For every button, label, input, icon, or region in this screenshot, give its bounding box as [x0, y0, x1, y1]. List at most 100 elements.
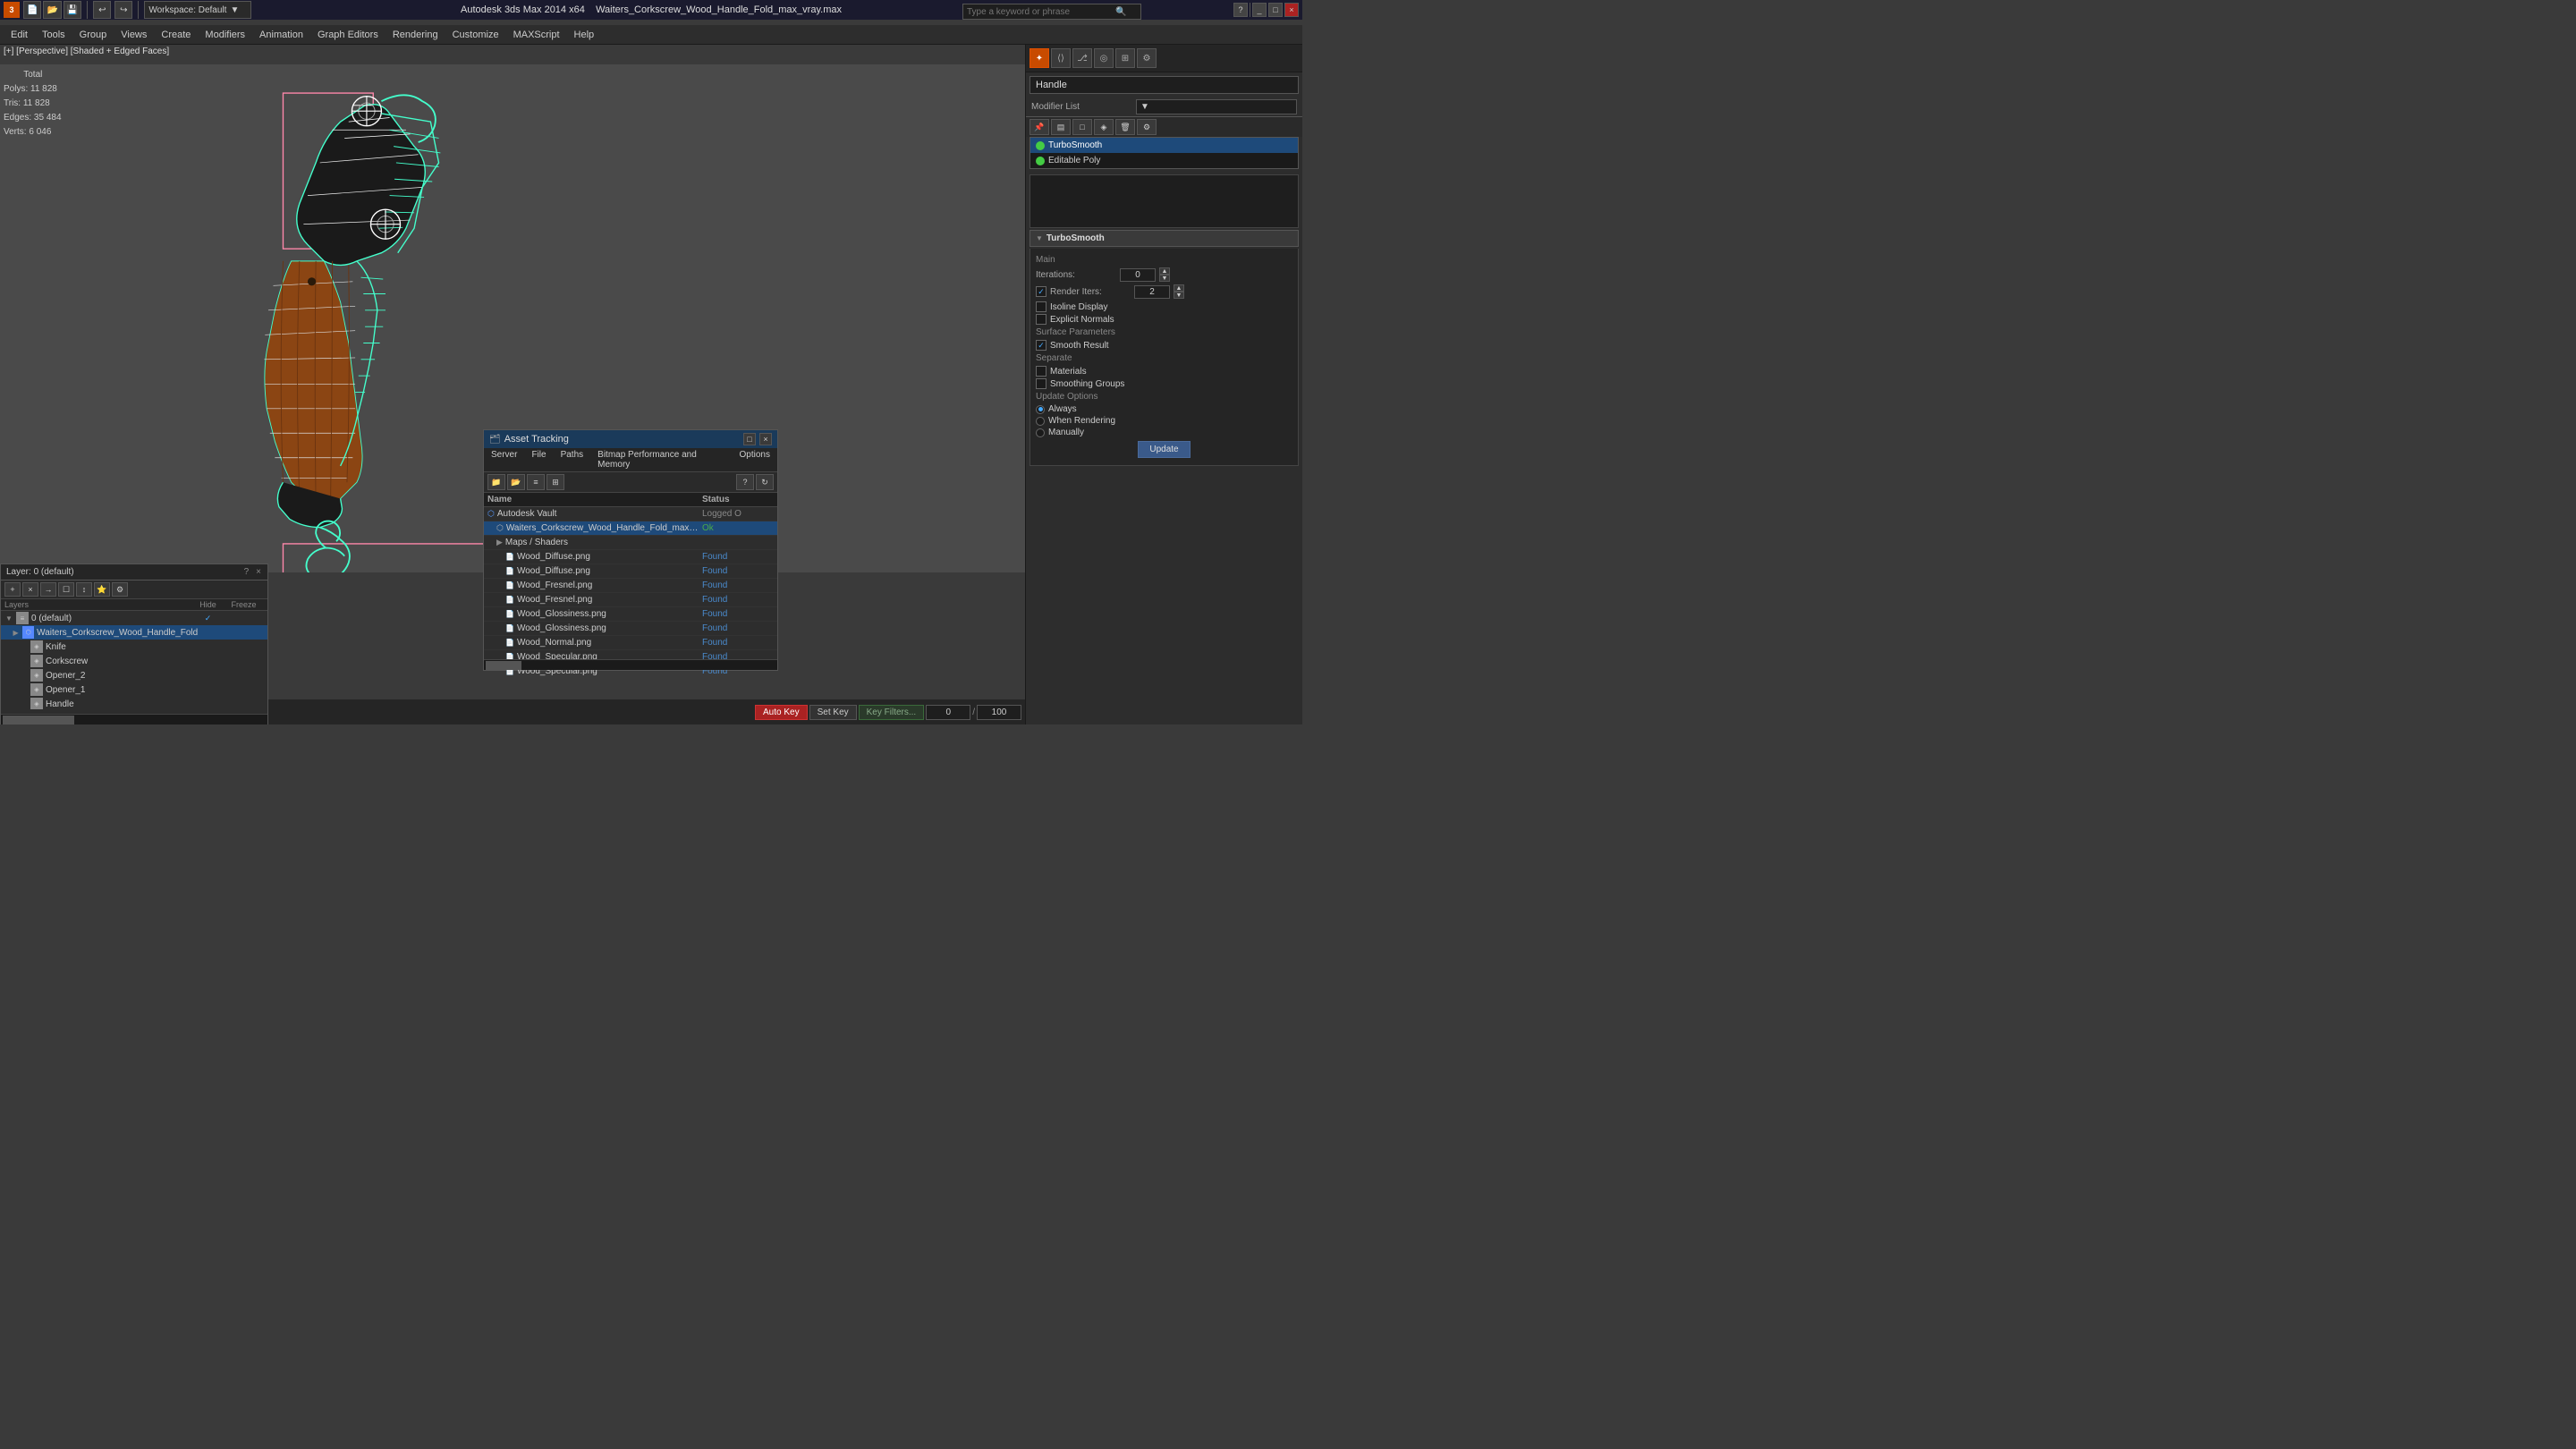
smoothing-groups-checkbox[interactable]: [1036, 378, 1046, 389]
modifier-item-editable-poly[interactable]: Editable Poly: [1030, 153, 1298, 168]
layer-highlight-btn[interactable]: ⭐: [94, 582, 110, 597]
update-button[interactable]: Update: [1138, 441, 1190, 458]
menu-views[interactable]: Views: [114, 25, 154, 45]
layer-select-btn[interactable]: ☐: [58, 582, 74, 597]
close-btn[interactable]: ×: [1284, 3, 1299, 17]
at-row-wood-fresnel2[interactable]: 📄 Wood_Fresnel.png Found: [484, 593, 777, 607]
key-filters-btn[interactable]: Key Filters...: [859, 705, 925, 720]
menu-help[interactable]: Help: [567, 25, 602, 45]
tab-create[interactable]: ✦: [1030, 48, 1049, 68]
maximize-btn[interactable]: □: [1268, 3, 1283, 17]
at-refresh-btn[interactable]: ↻: [756, 474, 774, 490]
at-row-wood-glossiness1[interactable]: 📄 Wood_Glossiness.png Found: [484, 607, 777, 622]
layer-row-opener2[interactable]: ◈ Opener_2: [1, 668, 267, 682]
menu-tools[interactable]: Tools: [35, 25, 72, 45]
at-btn-3[interactable]: ≡: [527, 474, 545, 490]
menu-graph-editors[interactable]: Graph Editors: [310, 25, 386, 45]
at-row-wood-fresnel1[interactable]: 📄 Wood_Fresnel.png Found: [484, 579, 777, 593]
at-row-main-file[interactable]: ⬡ Waiters_Corkscrew_Wood_Handle_Fold_max…: [484, 521, 777, 536]
at-scrollbar[interactable]: [484, 659, 777, 670]
layer-move-btn[interactable]: ↕: [76, 582, 92, 597]
tab-display[interactable]: ⊞: [1115, 48, 1135, 68]
layer-remove-btn[interactable]: ×: [22, 582, 38, 597]
menu-animation[interactable]: Animation: [252, 25, 310, 45]
layer-row-knife[interactable]: ◈ Knife: [1, 640, 267, 654]
materials-checkbox[interactable]: [1036, 366, 1046, 377]
explicit-normals-checkbox[interactable]: [1036, 314, 1046, 325]
layer-add-btn[interactable]: +: [4, 582, 21, 597]
search-input[interactable]: [963, 7, 1115, 17]
save-btn[interactable]: 💾: [64, 1, 81, 19]
layer-row-handle[interactable]: ◈ Handle: [1, 697, 267, 709]
always-radio[interactable]: [1036, 405, 1045, 414]
auto-key-btn[interactable]: Auto Key: [755, 705, 808, 720]
at-menu-bitmap[interactable]: Bitmap Performance and Memory: [590, 448, 732, 471]
layers-scrollbar[interactable]: [1, 714, 267, 724]
at-row-wood-diffuse1[interactable]: 📄 Wood_Diffuse.png Found: [484, 550, 777, 564]
new-btn[interactable]: 📄: [23, 1, 41, 19]
tab-hierarchy[interactable]: ⎇: [1072, 48, 1092, 68]
layers-scrollthumb[interactable]: [3, 716, 74, 724]
search-bar[interactable]: 🔍: [962, 4, 1141, 20]
at-btn-1[interactable]: 📁: [487, 474, 505, 490]
at-scrollthumb[interactable]: [486, 661, 521, 670]
render-iters-up[interactable]: ▲: [1174, 284, 1184, 292]
menu-edit[interactable]: Edit: [4, 25, 35, 45]
layer-row-corkscrew[interactable]: ◈ Corkscrew: [1, 654, 267, 668]
at-close-btn[interactable]: ×: [759, 433, 772, 445]
isoline-checkbox[interactable]: [1036, 301, 1046, 312]
menu-modifiers[interactable]: Modifiers: [198, 25, 252, 45]
at-menu-options[interactable]: Options: [733, 448, 777, 471]
help-icon[interactable]: ?: [1233, 3, 1248, 17]
iterations-input[interactable]: [1120, 268, 1156, 282]
remove-modifier-btn[interactable]: 🗑: [1115, 119, 1135, 135]
layers-close-btn[interactable]: ×: [255, 566, 262, 578]
pin-stack-btn[interactable]: 📌: [1030, 119, 1049, 135]
at-help-btn[interactable]: ?: [736, 474, 754, 490]
menu-group[interactable]: Group: [72, 25, 114, 45]
menu-customize[interactable]: Customize: [445, 25, 506, 45]
tab-modify[interactable]: ⟨⟩: [1051, 48, 1071, 68]
when-rendering-radio[interactable]: [1036, 417, 1045, 426]
minimize-btn[interactable]: _: [1252, 3, 1267, 17]
iterations-down[interactable]: ▼: [1159, 275, 1170, 282]
render-iters-input[interactable]: [1134, 285, 1170, 299]
config-sets-btn[interactable]: ⚙: [1137, 119, 1157, 135]
layer-row-0default[interactable]: ▼ ≡ 0 (default) ✓: [1, 611, 267, 625]
tab-utilities[interactable]: ⚙: [1137, 48, 1157, 68]
at-menu-paths[interactable]: Paths: [554, 448, 591, 471]
show-result-btn[interactable]: □: [1072, 119, 1092, 135]
turbosmooth-rollout-header[interactable]: TurboSmooth: [1030, 230, 1299, 247]
at-restore-btn[interactable]: □: [743, 433, 756, 445]
at-btn-2[interactable]: 📂: [507, 474, 525, 490]
manually-radio[interactable]: [1036, 428, 1045, 437]
at-row-wood-diffuse2[interactable]: 📄 Wood_Diffuse.png Found: [484, 564, 777, 579]
at-row-vault[interactable]: ⬡ Autodesk Vault Logged O: [484, 507, 777, 521]
at-btn-4[interactable]: ⊞: [547, 474, 564, 490]
at-row-maps[interactable]: ▶ Maps / Shaders: [484, 536, 777, 550]
at-menu-file[interactable]: File: [524, 448, 553, 471]
layer-add-selection-btn[interactable]: →: [40, 582, 56, 597]
make-unique-btn[interactable]: ◈: [1094, 119, 1114, 135]
at-row-wood-normal[interactable]: 📄 Wood_Normal.png Found: [484, 636, 777, 650]
menu-rendering[interactable]: Rendering: [386, 25, 445, 45]
redo-btn[interactable]: ↪: [114, 1, 132, 19]
smooth-result-checkbox[interactable]: [1036, 340, 1046, 351]
menu-maxscript[interactable]: MAXScript: [506, 25, 567, 45]
iterations-up[interactable]: ▲: [1159, 267, 1170, 275]
layers-help-btn[interactable]: ?: [243, 566, 250, 578]
tab-motion[interactable]: ◎: [1094, 48, 1114, 68]
render-iters-down[interactable]: ▼: [1174, 292, 1184, 299]
at-menu-server[interactable]: Server: [484, 448, 524, 471]
layer-properties-btn[interactable]: ⚙: [112, 582, 128, 597]
object-name-field[interactable]: Handle: [1030, 76, 1299, 94]
modifier-dropdown[interactable]: ▼: [1136, 99, 1297, 114]
layer-row-opener1[interactable]: ◈ Opener_1: [1, 682, 267, 697]
layer-row-object1[interactable]: ▶ ⬡ Waiters_Corkscrew_Wood_Handle_Fold: [1, 625, 267, 640]
frame-counter[interactable]: 0: [926, 705, 970, 720]
open-btn[interactable]: 📂: [43, 1, 61, 19]
workspace-dropdown[interactable]: Workspace: Default ▼: [144, 1, 251, 19]
undo-btn[interactable]: ↩: [93, 1, 111, 19]
menu-create[interactable]: Create: [154, 25, 198, 45]
modifier-item-turbosmooth[interactable]: TurboSmooth: [1030, 138, 1298, 153]
